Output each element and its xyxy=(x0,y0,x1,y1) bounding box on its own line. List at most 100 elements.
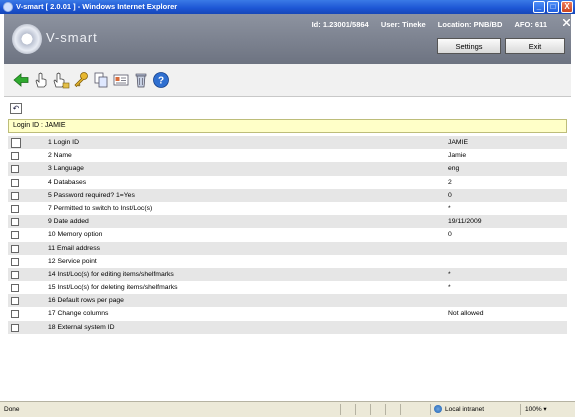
window-title: V-smart [ 2.0.01 ] - Windows Internet Ex… xyxy=(16,2,178,11)
table-row[interactable]: 2 Name Jamie xyxy=(8,149,567,162)
zoom-control[interactable]: 100% ▾ xyxy=(525,402,547,417)
undo-button[interactable]: ↶ xyxy=(10,103,22,114)
session-id: Id: 1.23001/5864 xyxy=(311,20,369,29)
field-label: 14 Inst/Loc(s) for editing items/shelfma… xyxy=(48,270,174,278)
row-checkbox[interactable] xyxy=(11,310,19,319)
status-divider xyxy=(355,404,356,415)
row-checkbox[interactable] xyxy=(11,323,19,332)
zone-label: Local intranet xyxy=(445,406,485,413)
settings-button[interactable]: Settings xyxy=(437,38,501,54)
field-label: 12 Service point xyxy=(48,257,97,265)
close-icon[interactable] xyxy=(563,19,570,26)
card-icon[interactable] xyxy=(112,71,130,89)
table-row[interactable]: 3 Language eng xyxy=(8,162,567,176)
table-row[interactable]: 5 Password required? 1=Yes 0 xyxy=(8,188,567,202)
row-checkbox[interactable] xyxy=(11,204,19,213)
field-label: 5 Password required? 1=Yes xyxy=(48,191,135,199)
session-info: Id: 1.23001/5864 User: Tineke Location: … xyxy=(302,20,547,29)
table-row[interactable]: 17 Change columns Not allowed xyxy=(8,307,567,320)
field-label: 17 Change columns xyxy=(48,310,109,318)
field-value: eng xyxy=(448,165,460,173)
close-window-button[interactable]: X xyxy=(561,1,573,13)
table-row[interactable]: 11 Email address xyxy=(8,241,567,255)
field-label: 16 Default rows per page xyxy=(48,297,124,305)
field-value: * xyxy=(448,204,451,212)
svg-text:?: ? xyxy=(158,76,164,87)
status-divider xyxy=(370,404,371,415)
row-checkbox[interactable] xyxy=(11,152,19,161)
hand-multi-select-icon[interactable] xyxy=(52,71,70,89)
table-row[interactable]: 15 Inst/Loc(s) for deleting items/shelfm… xyxy=(8,281,567,294)
copy-icon[interactable] xyxy=(92,71,110,89)
field-label: 9 Date added xyxy=(48,218,89,226)
status-divider xyxy=(430,404,431,415)
help-icon[interactable]: ? xyxy=(152,71,170,89)
status-divider xyxy=(385,404,386,415)
status-bar: Done Local intranet 100% ▾ xyxy=(0,401,575,417)
field-label: 2 Name xyxy=(48,152,72,160)
delete-icon[interactable] xyxy=(132,71,150,89)
session-location: Location: PNB/BD xyxy=(437,20,503,29)
row-checkbox[interactable] xyxy=(11,231,19,240)
field-value: Jamie xyxy=(448,152,467,160)
app-logo-text: V-smart xyxy=(46,30,98,45)
app-header: V-smart Id: 1.23001/5864 User: Tineke Lo… xyxy=(4,14,571,64)
field-value: 19/11/2009 xyxy=(448,218,482,226)
row-checkbox[interactable] xyxy=(11,191,19,200)
table-row[interactable]: 14 Inst/Loc(s) for editing items/shelfma… xyxy=(8,267,567,282)
field-label: 11 Email address xyxy=(48,244,101,252)
field-label: 1 Login ID xyxy=(48,139,79,146)
table-row[interactable]: 7 Permitted to switch to Inst/Loc(s) * xyxy=(8,202,567,215)
row-checkbox[interactable] xyxy=(11,297,19,306)
table-row[interactable]: 1 Login ID JAMIE xyxy=(8,136,567,150)
session-afo: AFO: 611 xyxy=(514,20,547,29)
status-divider xyxy=(400,404,401,415)
field-label: 18 External system ID xyxy=(48,323,115,331)
back-arrow-icon[interactable] xyxy=(12,71,30,89)
status-divider xyxy=(520,404,521,415)
field-label: 10 Memory option xyxy=(48,231,103,239)
table-row[interactable]: 4 Databases 2 xyxy=(8,176,567,189)
hand-select-icon[interactable] xyxy=(32,71,50,89)
row-checkbox[interactable] xyxy=(11,257,19,266)
field-value: 2 xyxy=(448,178,452,186)
table-row[interactable]: 18 External system ID xyxy=(8,320,567,334)
security-zone: Local intranet xyxy=(434,402,484,417)
row-checkbox[interactable] xyxy=(11,165,19,174)
toolbar: ? xyxy=(4,64,571,97)
status-text: Done xyxy=(4,406,20,413)
field-value: * xyxy=(448,284,451,292)
key-icon[interactable] xyxy=(72,71,90,89)
table-row[interactable]: 9 Date added 19/11/2009 xyxy=(8,215,567,229)
field-value: * xyxy=(448,270,451,278)
table-row[interactable]: 10 Memory option 0 xyxy=(8,228,567,241)
row-checkbox[interactable] xyxy=(11,270,19,279)
ie-icon xyxy=(3,2,13,12)
status-divider xyxy=(340,404,341,415)
field-label: 3 Language xyxy=(48,165,84,173)
field-value: 0 xyxy=(448,191,452,199)
section-title: Login ID : JAMIE xyxy=(8,119,567,133)
row-checkbox[interactable] xyxy=(11,244,19,253)
exit-button[interactable]: Exit xyxy=(505,38,565,54)
vsmart-logo-icon xyxy=(12,24,42,54)
table-row[interactable]: 12 Service point xyxy=(8,255,567,268)
field-list: 1 Login ID JAMIE 2 Name Jamie 3 Language… xyxy=(8,136,567,334)
minimize-button[interactable]: _ xyxy=(533,1,545,13)
row-checkbox[interactable] xyxy=(11,284,19,293)
field-value: JAMIE xyxy=(448,139,469,146)
field-value: Not allowed xyxy=(448,310,484,318)
field-label: 4 Databases xyxy=(48,178,87,186)
table-row[interactable]: 16 Default rows per page xyxy=(8,294,567,308)
row-checkbox[interactable] xyxy=(11,178,19,187)
zoom-label: 100% xyxy=(525,406,542,413)
field-value: 0 xyxy=(448,231,452,239)
field-label: 7 Permitted to switch to Inst/Loc(s) xyxy=(48,204,153,212)
window-title-bar: V-smart [ 2.0.01 ] - Windows Internet Ex… xyxy=(0,0,575,14)
row-checkbox[interactable] xyxy=(11,218,19,227)
row-checkbox[interactable] xyxy=(11,138,21,148)
maximize-button[interactable]: □ xyxy=(547,1,559,13)
field-label: 15 Inst/Loc(s) for deleting items/shelfm… xyxy=(48,284,178,292)
session-user: User: Tineke xyxy=(380,20,426,29)
globe-icon xyxy=(434,405,442,414)
